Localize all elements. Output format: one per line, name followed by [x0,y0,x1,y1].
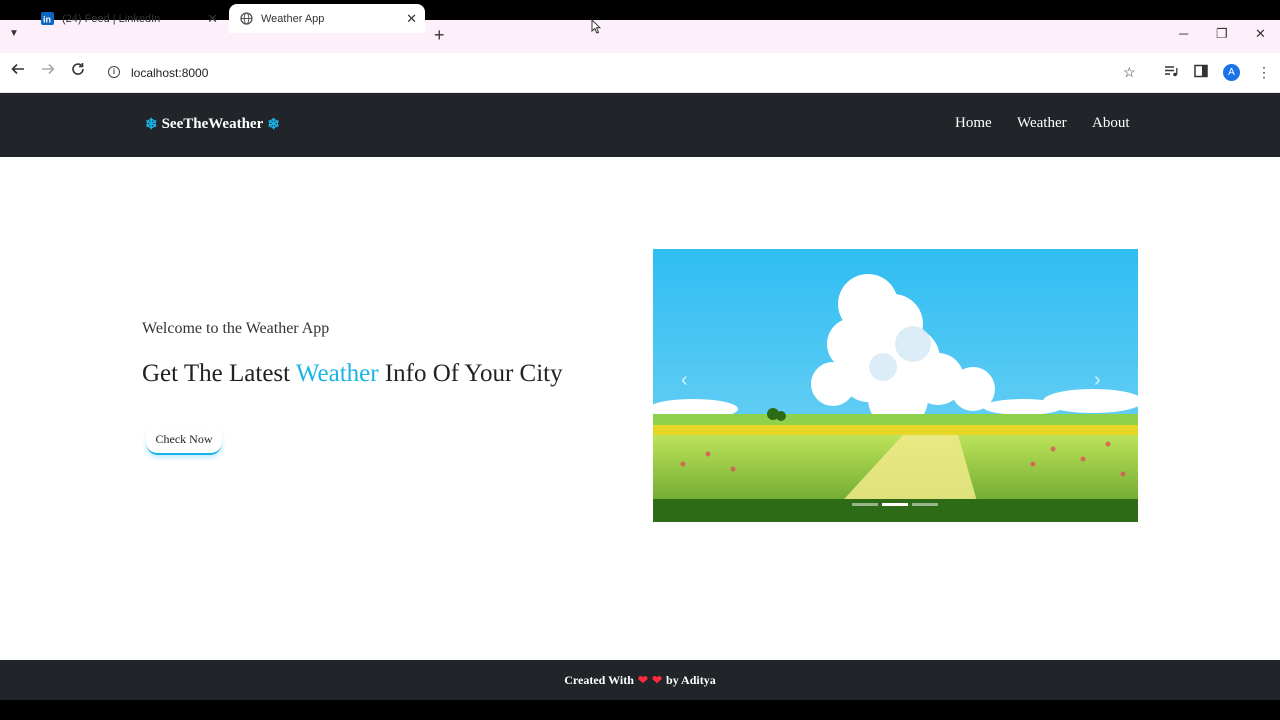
carousel-next-button[interactable]: › [1094,369,1101,392]
url-field[interactable]: localhost:8000 [131,66,208,80]
window-close-icon[interactable]: ✕ [1255,26,1266,42]
bookmark-star-icon[interactable]: ☆ [1123,64,1136,81]
media-queue-icon[interactable] [1164,64,1178,81]
heart-icon: ❤ [637,672,648,687]
site-brand[interactable]: ❄ SeeTheWeather ❄ [145,115,280,134]
welcome-text: Welcome to the Weather App [142,320,330,337]
headline-start: Get The Latest [142,360,296,387]
profile-avatar[interactable]: A [1223,64,1240,81]
reload-icon[interactable] [71,62,85,80]
site-footer: Created With ❤ ❤ by Aditya [0,660,1280,700]
mouse-cursor-icon [591,18,602,39]
nav-link-weather[interactable]: Weather [1017,115,1067,132]
image-carousel: ‹ › [653,249,1138,522]
check-now-button[interactable]: Check Now [146,426,222,455]
close-tab-icon[interactable]: ✕ [406,11,417,27]
heart-icon: ❤ [651,672,663,687]
side-panel-icon[interactable] [1194,64,1208,81]
landscape-illustration [653,249,1138,522]
site-info-icon[interactable]: i [108,66,120,78]
carousel-indicator[interactable] [852,503,878,506]
carousel-indicator-active[interactable] [882,503,908,506]
carousel-prev-button[interactable]: ‹ [681,369,688,392]
hero-headline: Get The Latest Weather Info Of Your City [142,360,563,388]
tab-search-chevron-icon[interactable]: ▼ [9,28,19,39]
nav-link-home[interactable]: Home [955,115,992,132]
new-tab-button[interactable]: + [434,25,445,46]
forward-arrow-icon[interactable] [41,62,55,80]
screen-bottom-bar [0,700,1280,720]
back-arrow-icon[interactable] [11,62,25,80]
brand-name: SeeTheWeather [161,116,264,132]
footer-text-start: Created With [564,672,634,687]
snowflake-icon: ❄ [267,117,280,133]
svg-text:in: in [43,15,51,25]
carousel-indicator[interactable] [912,503,938,506]
tab-linkedin[interactable]: in (24) Feed | LinkedIn ✕ [30,4,226,33]
minimize-icon[interactable]: ─ [1179,26,1188,41]
headline-end: Info Of Your City [378,360,563,387]
nav-link-about[interactable]: About [1092,115,1130,132]
restore-icon[interactable]: ❐ [1216,26,1228,42]
more-menu-icon[interactable]: ⋮ [1257,64,1271,81]
carousel-indicators [852,503,938,506]
footer-text-end: by Aditya [666,672,716,687]
headline-accent: Weather [295,360,379,387]
close-tab-icon[interactable]: ✕ [207,11,218,27]
globe-icon [239,12,253,26]
linkedin-icon: in [40,12,54,26]
snowflake-icon: ❄ [145,117,158,133]
tab-label: Weather App [261,12,325,25]
tab-weather-app[interactable]: Weather App ✕ [229,4,425,33]
tab-label: (24) Feed | LinkedIn [62,12,161,25]
